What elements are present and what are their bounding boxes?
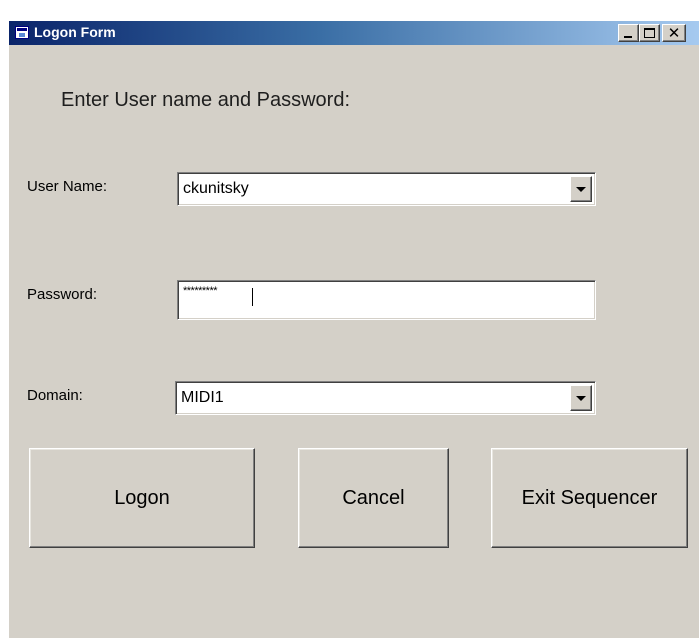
minimize-icon xyxy=(624,36,632,38)
domain-value: MIDI1 xyxy=(181,389,224,406)
logon-window: Logon Form ✕ Enter User name and Passwor… xyxy=(8,20,699,638)
domain-combobox[interactable]: MIDI1 xyxy=(175,381,596,415)
user-name-value: ckunitsky xyxy=(183,180,249,197)
password-label: Password: xyxy=(27,286,98,303)
domain-label: Domain: xyxy=(27,387,83,404)
user-name-combobox[interactable]: ckunitsky xyxy=(177,172,596,206)
window-title: Logon Form xyxy=(34,24,116,40)
form-heading: Enter User name and Password: xyxy=(61,89,351,111)
logon-button[interactable]: Logon xyxy=(29,448,255,548)
user-name-dropdown-button[interactable] xyxy=(570,176,592,202)
minimize-button[interactable] xyxy=(618,24,639,42)
text-caret xyxy=(252,288,253,306)
chevron-down-icon xyxy=(576,396,586,401)
close-icon: ✕ xyxy=(667,24,681,42)
password-field[interactable]: ********* xyxy=(177,280,596,320)
chevron-down-icon xyxy=(576,187,586,192)
close-button[interactable]: ✕ xyxy=(662,24,686,42)
domain-dropdown-button[interactable] xyxy=(570,385,592,411)
password-value: ********* xyxy=(183,285,218,297)
user-name-label: User Name: xyxy=(27,178,108,195)
app-window-icon[interactable] xyxy=(15,26,29,39)
title-bar[interactable]: Logon Form ✕ xyxy=(9,21,699,45)
maximize-button[interactable] xyxy=(639,24,660,42)
maximize-icon xyxy=(644,28,655,38)
cancel-button[interactable]: Cancel xyxy=(298,448,449,548)
exit-sequencer-button[interactable]: Exit Sequencer xyxy=(491,448,688,548)
